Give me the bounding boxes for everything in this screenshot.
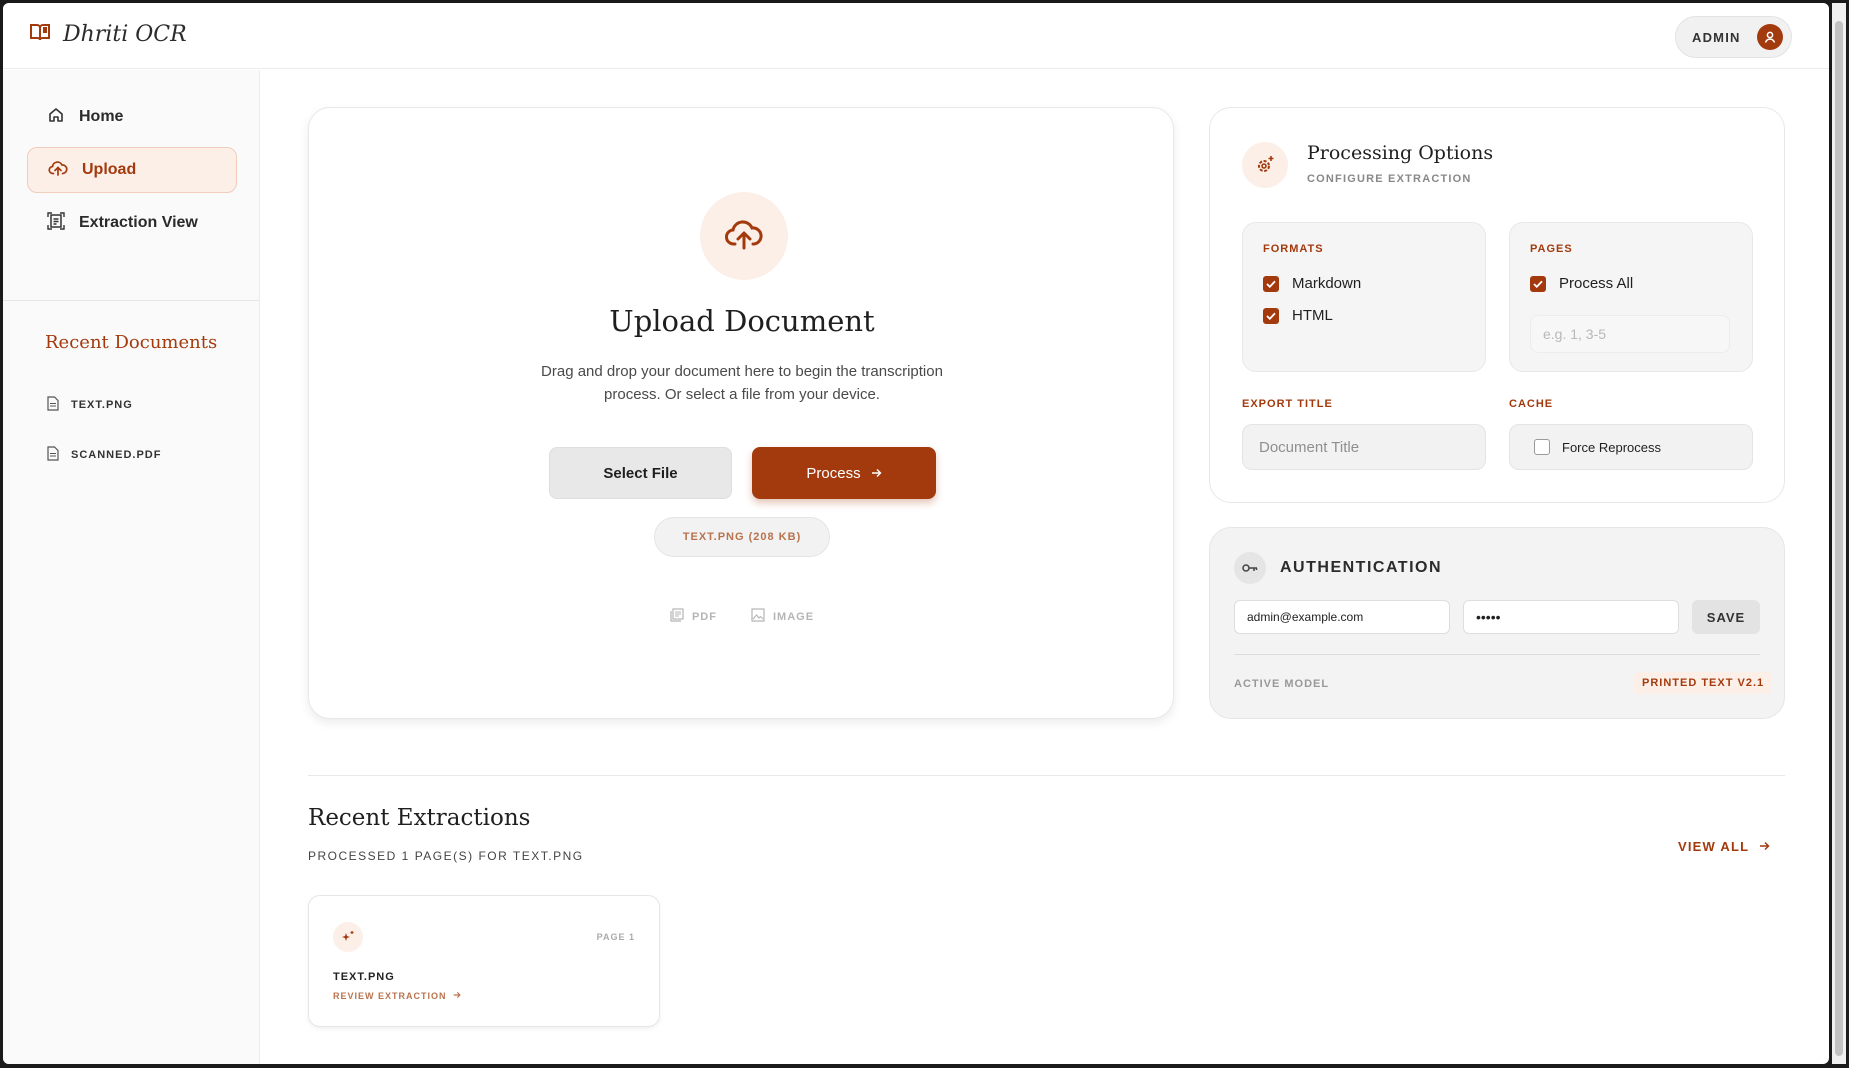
- recent-document-item[interactable]: SCANNED.PDF: [47, 446, 161, 464]
- pages-panel: PAGES Process All: [1509, 222, 1753, 372]
- checkbox-checked-icon: [1263, 275, 1279, 292]
- authentication-title: AUTHENTICATION: [1280, 559, 1443, 576]
- format-label: HTML: [1292, 307, 1333, 324]
- process-label: Process: [806, 464, 861, 482]
- app-title: Dhriti OCR: [63, 22, 187, 47]
- top-bar: Dhriti OCR ADMIN: [3, 3, 1829, 69]
- key-icon: [1234, 552, 1266, 584]
- sparkle-icon: [333, 922, 363, 952]
- arrow-right-icon: [871, 465, 882, 482]
- type-label: PDF: [691, 610, 717, 623]
- upload-icon-badge: [700, 192, 788, 280]
- sidebar-item-label: Home: [79, 108, 124, 125]
- sidebar: Home Upload Extraction View Recent Docum…: [3, 70, 260, 1064]
- export-title-label: EXPORT TITLE: [1242, 398, 1333, 410]
- cache-label: CACHE: [1509, 398, 1554, 410]
- save-button[interactable]: SAVE: [1692, 600, 1760, 634]
- upload-description: Drag and drop your document here to begi…: [541, 363, 943, 403]
- view-all-label: VIEW ALL: [1678, 839, 1750, 854]
- pages-label: PAGES: [1530, 243, 1573, 255]
- recent-document-item[interactable]: TEXT.PNG: [47, 396, 133, 414]
- checkbox-checked-icon: [1263, 307, 1279, 324]
- open-book-icon: [29, 22, 51, 47]
- format-html-checkbox[interactable]: HTML: [1263, 307, 1333, 324]
- force-reprocess-checkbox[interactable]: Force Reprocess: [1509, 424, 1753, 470]
- sidebar-nav: Home Upload Extraction View: [27, 94, 237, 253]
- file-icon: [47, 446, 59, 464]
- app-window: Dhriti OCR ADMIN Home Upload Extraction …: [3, 3, 1829, 1064]
- process-all-label: Process All: [1559, 275, 1634, 292]
- arrow-right-icon: [453, 991, 461, 1001]
- format-label: Markdown: [1292, 275, 1362, 292]
- formats-panel: FORMATS Markdown HTML: [1242, 222, 1486, 372]
- cloud-upload-icon: [48, 159, 68, 182]
- type-image: IMAGE: [751, 608, 814, 625]
- sidebar-item-extraction-view[interactable]: Extraction View: [27, 200, 237, 246]
- upload-dropzone[interactable]: Upload Document Drag and drop your docum…: [308, 107, 1174, 719]
- sidebar-item-label: Upload: [82, 161, 137, 178]
- checkbox-checked-icon: [1530, 275, 1546, 292]
- process-all-checkbox[interactable]: Process All: [1530, 275, 1633, 292]
- page-scrollbar[interactable]: [1832, 3, 1846, 1064]
- gear-sparkle-icon: [1242, 142, 1288, 188]
- document-scan-icon: [47, 211, 65, 235]
- extraction-name: TEXT.PNG: [333, 971, 395, 983]
- format-markdown-checkbox[interactable]: Markdown: [1263, 275, 1361, 292]
- view-all-link[interactable]: VIEW ALL: [1678, 839, 1770, 854]
- type-pdf: PDF: [670, 608, 717, 625]
- user-avatar-icon: [1756, 24, 1783, 50]
- recent-document-label: SCANNED.PDF: [71, 449, 162, 461]
- active-model-label: ACTIVE MODEL: [1234, 678, 1330, 690]
- type-label: IMAGE: [772, 610, 815, 623]
- formats-label: FORMATS: [1263, 243, 1324, 255]
- review-extraction-link[interactable]: REVIEW EXTRACTION: [333, 991, 461, 1001]
- recent-extractions-subtitle: PROCESSED 1 PAGE(S) FOR TEXT.PNG: [308, 849, 584, 863]
- review-extraction-label: REVIEW EXTRACTION: [333, 991, 447, 1001]
- section-divider: [308, 775, 1785, 776]
- recent-extractions-title: Recent Extractions: [308, 805, 531, 831]
- email-field[interactable]: [1234, 600, 1450, 634]
- active-model-badge: PRINTED TEXT V2.1: [1634, 672, 1773, 694]
- cloud-upload-icon: [724, 217, 764, 256]
- export-title-input[interactable]: [1242, 424, 1486, 470]
- recent-documents-heading: Recent Documents: [45, 332, 218, 353]
- checkbox-unchecked-icon: [1534, 439, 1550, 455]
- upload-title: Upload Document: [609, 304, 875, 338]
- sidebar-item-home[interactable]: Home: [27, 94, 237, 140]
- scrollbar-thumb[interactable]: [1835, 21, 1843, 1056]
- brand[interactable]: Dhriti OCR: [29, 22, 187, 47]
- pdf-icon: [670, 608, 684, 625]
- processing-options-title: Processing Options: [1307, 142, 1494, 164]
- sidebar-divider: [3, 300, 260, 301]
- supported-types: PDF IMAGE: [309, 608, 1175, 625]
- sidebar-item-upload[interactable]: Upload: [27, 147, 237, 193]
- file-icon: [47, 396, 59, 414]
- selected-file-chip: TEXT.PNG (208 KB): [654, 517, 830, 557]
- processing-options-card: Processing Options CONFIGURE EXTRACTION …: [1209, 107, 1785, 503]
- process-button[interactable]: Process: [752, 447, 936, 499]
- processing-options-subtitle: CONFIGURE EXTRACTION: [1307, 173, 1472, 185]
- sidebar-item-label: Extraction View: [79, 214, 198, 231]
- arrow-right-icon: [1759, 839, 1770, 854]
- extraction-card[interactable]: PAGE 1 TEXT.PNG REVIEW EXTRACTION: [308, 895, 660, 1027]
- auth-divider: [1234, 654, 1760, 655]
- user-menu-button[interactable]: ADMIN: [1675, 16, 1792, 58]
- recent-document-label: TEXT.PNG: [71, 399, 133, 411]
- password-field[interactable]: [1463, 600, 1679, 634]
- authentication-card: AUTHENTICATION SAVE ACTIVE MODEL PRINTED…: [1209, 527, 1785, 719]
- select-file-button[interactable]: Select File: [549, 447, 732, 499]
- image-icon: [751, 608, 765, 625]
- home-icon: [47, 106, 65, 129]
- user-label: ADMIN: [1692, 29, 1741, 45]
- force-reprocess-label: Force Reprocess: [1562, 439, 1661, 455]
- extraction-page-label: PAGE 1: [596, 932, 635, 942]
- page-range-input[interactable]: [1530, 315, 1730, 353]
